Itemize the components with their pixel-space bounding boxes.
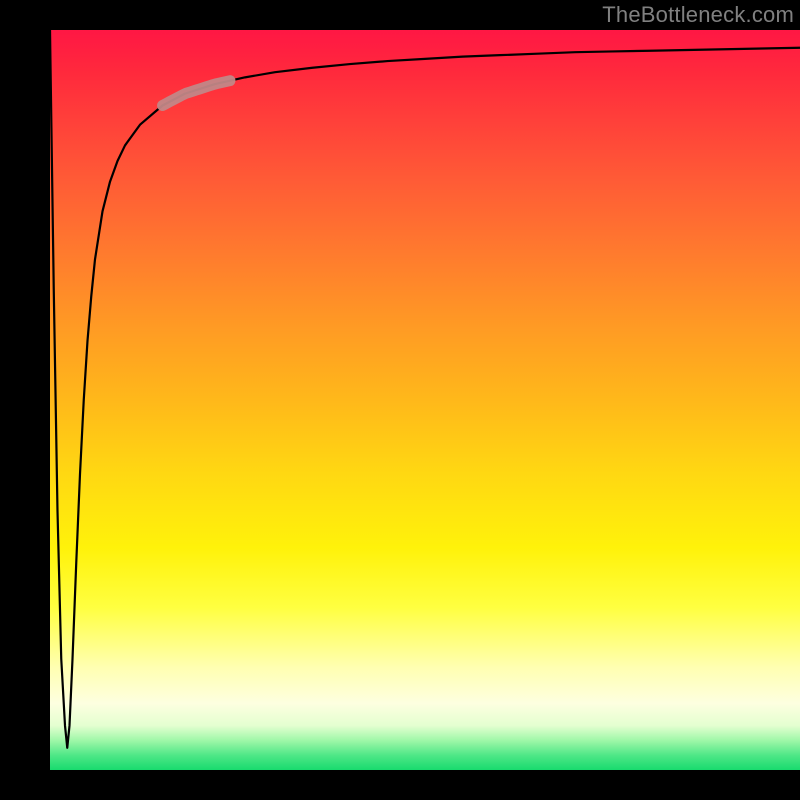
bottleneck-curve bbox=[50, 30, 800, 770]
plot-area bbox=[50, 30, 800, 770]
chart-frame: TheBottleneck.com bbox=[0, 0, 800, 800]
watermark-text: TheBottleneck.com bbox=[602, 2, 794, 28]
highlight-segment bbox=[163, 81, 231, 106]
curve-path bbox=[50, 30, 800, 748]
